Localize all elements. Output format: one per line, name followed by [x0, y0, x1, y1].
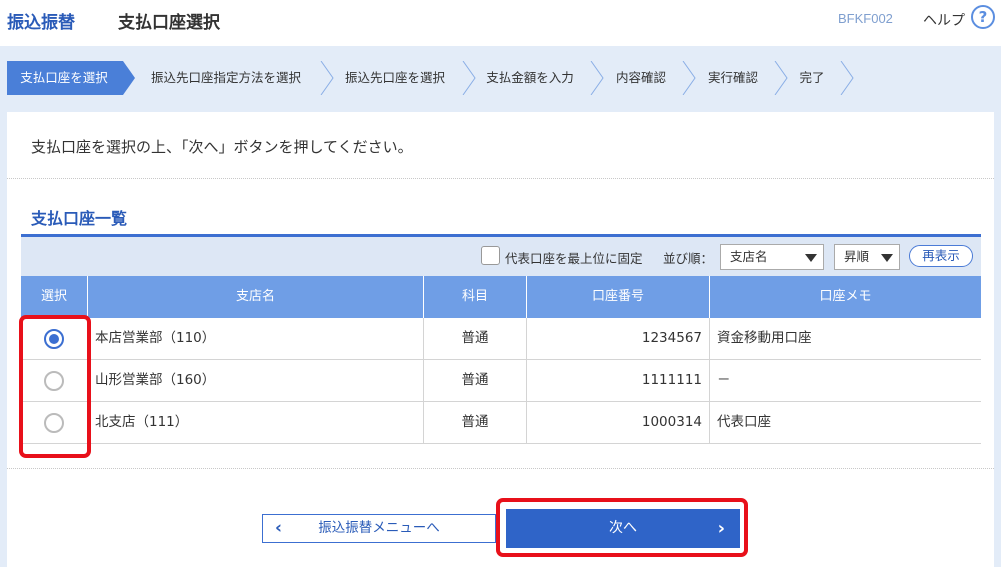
header-branch: 支店名 [88, 276, 424, 318]
memo-cell: 資金移動用口座 [717, 330, 812, 346]
divider [7, 178, 994, 179]
pin-representative-checkbox[interactable] [481, 246, 500, 265]
help-link[interactable]: ヘルプ [923, 10, 965, 30]
table-header: 選択 支店名 科目 口座番号 口座メモ [21, 276, 981, 318]
chevron-down-icon [881, 254, 893, 262]
memo-cell: 代表口座 [717, 414, 771, 430]
step-1: 支払口座を選択 [7, 61, 136, 95]
sort-label: 並び順： [663, 251, 714, 266]
table-row[interactable]: 本店営業部（110） 普通 1234567 資金移動用口座 [21, 318, 981, 360]
chevron-left-icon: ‹ [275, 518, 283, 538]
next-highlight-box [496, 498, 748, 557]
table-row[interactable]: 山形営業部（160） 普通 1111111 － [21, 360, 981, 402]
instruction-text: 支払口座を選択の上、「次へ」ボタンを押してください。 [31, 138, 413, 156]
table-row[interactable]: 北支店（111） 普通 1000314 代表口座 [21, 402, 981, 444]
sort-order-value: 昇順 [844, 249, 870, 264]
header-memo: 口座メモ [819, 289, 872, 304]
help-icon[interactable]: ? [971, 5, 995, 29]
number-cell: 1000314 [527, 402, 710, 444]
branch-cell: 本店営業部（110） [88, 318, 424, 360]
main-panel: 支払口座を選択の上、「次へ」ボタンを押してください。 支払口座一覧 代表口座を最… [7, 112, 994, 567]
step-3: 振込先口座を選択 [321, 61, 476, 95]
type-cell: 普通 [424, 402, 527, 444]
sort-field-value: 支店名 [730, 249, 768, 264]
divider [7, 468, 994, 469]
back-button-label: 振込振替メニューへ [318, 520, 440, 536]
step-6: 実行確認 [683, 61, 788, 95]
number-cell: 1234567 [527, 318, 710, 360]
step-7-label: 完了 [799, 70, 825, 85]
step-3-label: 振込先口座を選択 [344, 70, 445, 85]
step-progress: 支払口座を選択 振込先口座指定方法を選択 振込先口座を選択 支払金額を入力 内容… [7, 61, 867, 95]
sort-order-select[interactable]: 昇順 [834, 244, 900, 270]
number-cell: 1111111 [527, 360, 710, 402]
step-2: 振込先口座指定方法を選択 [124, 61, 334, 95]
screen-id: BFKF002 [838, 11, 893, 26]
radio-highlight-box [19, 315, 91, 458]
memo-cell: － [717, 372, 731, 388]
page-title: 支払口座選択 [118, 13, 220, 33]
section-title: 支払口座一覧 [31, 209, 128, 228]
step-5-label: 内容確認 [615, 70, 666, 85]
header-select: 選択 [21, 276, 88, 318]
step-5: 内容確認 [591, 61, 696, 95]
pin-representative-label[interactable]: 代表口座を最上位に固定 [505, 248, 643, 267]
step-7: 完了 [775, 61, 855, 95]
redisplay-button[interactable]: 再表示 [909, 245, 973, 267]
branch-cell: 山形営業部（160） [88, 360, 424, 402]
app-brand: 振込振替 [7, 13, 75, 33]
step-4-label: 支払金額を入力 [486, 70, 574, 85]
step-4: 支払金額を入力 [463, 61, 604, 95]
step-2-label: 振込先口座指定方法を選択 [150, 70, 301, 85]
header-number: 口座番号 [527, 276, 710, 318]
branch-cell: 北支店（111） [88, 402, 424, 444]
app-header: 振込振替 支払口座選択 BFKF002 ヘルプ ? [0, 0, 1001, 46]
table-toolbar: 代表口座を最上位に固定 並び順： 支店名 昇順 再表示 [21, 237, 981, 276]
step-6-label: 実行確認 [707, 70, 758, 85]
back-to-menu-button[interactable]: ‹ 振込振替メニューへ [262, 514, 496, 543]
type-cell: 普通 [424, 360, 527, 402]
header-type: 科目 [424, 276, 527, 318]
sort-field-select[interactable]: 支店名 [720, 244, 824, 270]
step-1-label: 支払口座を選択 [20, 70, 108, 85]
type-cell: 普通 [424, 318, 527, 360]
chevron-down-icon [805, 254, 817, 262]
